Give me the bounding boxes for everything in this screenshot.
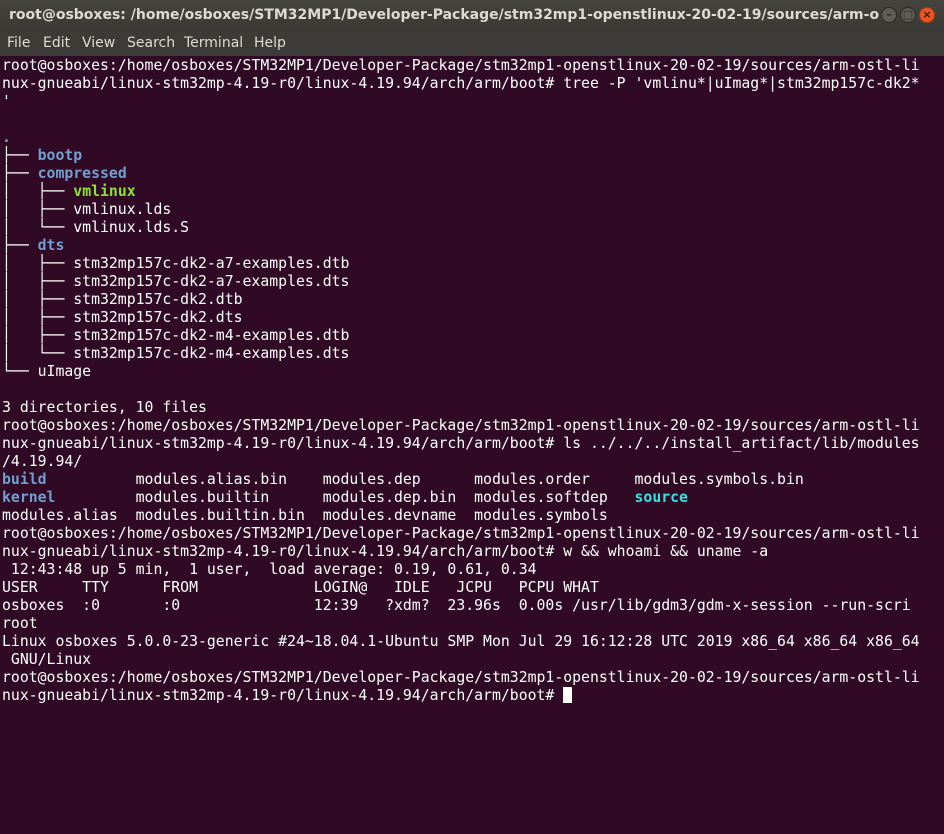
terminal-text: root@osboxes:/home/osboxes/STM32MP1/Deve… (2, 417, 920, 434)
close-icon[interactable]: × (919, 7, 935, 23)
terminal-text: GNU/Linux (2, 651, 92, 668)
terminal-line: osboxes :0 :0 12:39 ?xdm? 23.96s 0.00s /… (2, 597, 911, 614)
menu-terminal[interactable]: Terminal (184, 35, 243, 51)
terminal-line: │ ├── stm32mp157c-dk2-a7-examples.dts (2, 273, 349, 290)
terminal-text: compressed (37, 165, 127, 182)
terminal-text: └── uImage (2, 363, 92, 380)
terminal-text: vmlinux (73, 183, 136, 200)
terminal-text: 12:43:48 up 5 min, 1 user, load average:… (2, 561, 537, 578)
terminal-text: source (634, 489, 688, 506)
terminal-text: build (2, 471, 47, 488)
terminal-line: nux-gnueabi/linux-stm32mp-4.19-r0/linux-… (2, 435, 920, 452)
terminal-text: /4.19.94/ (2, 453, 83, 470)
menu-search[interactable]: Search (127, 35, 175, 51)
terminal-text: │ ├── stm32mp157c-dk2.dts (2, 309, 243, 326)
window-title: root@osboxes: /home/osboxes/STM32MP1/Dev… (9, 7, 879, 23)
terminal-text: root (2, 615, 38, 632)
menu-file[interactable]: File (7, 35, 30, 51)
terminal-text: modules.alias.bin modules.dep modules.or… (46, 471, 804, 488)
terminal-window: root@osboxes: /home/osboxes/STM32MP1/Dev… (0, 0, 944, 834)
terminal-line: 12:43:48 up 5 min, 1 user, load average:… (2, 561, 537, 578)
terminal-text: . (2, 129, 11, 146)
terminal-text: 3 directories, 10 files (2, 399, 207, 416)
terminal-line: └── uImage (2, 363, 91, 380)
maximize-icon[interactable]: □ (900, 7, 916, 23)
terminal-text: dts (37, 237, 65, 254)
title-bar[interactable]: root@osboxes: /home/osboxes/STM32MP1/Dev… (0, 0, 944, 31)
terminal-line: ├── compressed (2, 165, 127, 182)
terminal-line: ├── dts (2, 237, 64, 254)
terminal-text: │ ├── (2, 183, 74, 200)
terminal-text: │ ├── stm32mp157c-dk2.dtb (2, 291, 243, 308)
terminal-area[interactable]: root@osboxes:/home/osboxes/STM32MP1/Deve… (0, 56, 944, 834)
terminal-text: nux-gnueabi/linux-stm32mp-4.19-r0/linux-… (2, 435, 920, 452)
terminal-text: ├── (2, 165, 38, 182)
terminal-line: ' (2, 93, 11, 110)
terminal-text: nux-gnueabi/linux-stm32mp-4.19-r0/linux-… (2, 75, 920, 92)
terminal-line: GNU/Linux (2, 651, 91, 668)
terminal-output: root@osboxes:/home/osboxes/STM32MP1/Deve… (2, 57, 920, 705)
terminal-text: ├── (2, 147, 38, 164)
terminal-text: USER TTY FROM LOGIN@ IDLE JCPU PCPU WHAT (2, 579, 599, 596)
terminal-line: │ ├── stm32mp157c-dk2-a7-examples.dtb (2, 255, 349, 272)
terminal-line: root@osboxes:/home/osboxes/STM32MP1/Deve… (2, 57, 920, 74)
terminal-text: │ ├── stm32mp157c-dk2-a7-examples.dtb (2, 255, 350, 272)
menu-bar: File Edit View Search Terminal Help (0, 31, 944, 57)
terminal-line: /4.19.94/ (2, 453, 82, 470)
terminal-line: │ ├── stm32mp157c-dk2-m4-examples.dtb (2, 327, 349, 344)
terminal-line: modules.alias modules.builtin.bin module… (2, 507, 608, 524)
terminal-line: │ ├── stm32mp157c-dk2.dtb (2, 291, 243, 308)
terminal-line: USER TTY FROM LOGIN@ IDLE JCPU PCPU WHAT (2, 579, 599, 596)
terminal-text: ' (2, 93, 11, 110)
terminal-line: │ ├── vmlinux.lds (2, 201, 171, 218)
terminal-line: nux-gnueabi/linux-stm32mp-4.19-r0/linux-… (2, 543, 768, 560)
terminal-line: build modules.alias.bin modules.dep modu… (2, 471, 804, 488)
terminal-text: kernel (2, 489, 56, 506)
terminal-line: │ ├── vmlinux (2, 183, 136, 200)
terminal-line: │ └── vmlinux.lds.S (2, 219, 189, 236)
minimize-icon[interactable]: – (881, 7, 897, 23)
terminal-line: root@osboxes:/home/osboxes/STM32MP1/Deve… (2, 525, 920, 542)
terminal-line: . (2, 129, 11, 146)
terminal-text: bootp (37, 147, 83, 164)
menu-view[interactable]: View (82, 35, 115, 51)
terminal-line: 3 directories, 10 files (2, 399, 207, 416)
terminal-line: Linux osboxes 5.0.0-23-generic #24~18.04… (2, 633, 920, 650)
terminal-line: │ └── stm32mp157c-dk2-m4-examples.dts (2, 345, 349, 362)
terminal-text: ├── (2, 237, 38, 254)
terminal-text: nux-gnueabi/linux-stm32mp-4.19-r0/linux-… (2, 543, 769, 560)
terminal-text: Linux osboxes 5.0.0-23-generic #24~18.04… (2, 633, 920, 650)
terminal-text: │ └── vmlinux.lds.S (2, 219, 190, 236)
terminal-text: root@osboxes:/home/osboxes/STM32MP1/Deve… (2, 669, 920, 686)
terminal-text: modules.builtin modules.dep.bin modules.… (55, 489, 635, 506)
terminal-text: │ ├── stm32mp157c-dk2-m4-examples.dtb (2, 327, 350, 344)
terminal-line: │ ├── stm32mp157c-dk2.dts (2, 309, 243, 326)
menu-edit[interactable]: Edit (43, 35, 70, 51)
terminal-text: root@osboxes:/home/osboxes/STM32MP1/Deve… (2, 525, 920, 542)
terminal-text: modules.alias modules.builtin.bin module… (2, 507, 608, 524)
terminal-line: kernel modules.builtin modules.dep.bin m… (2, 489, 688, 506)
terminal-line: nux-gnueabi/linux-stm32mp-4.19-r0/linux-… (2, 75, 920, 92)
terminal-text: root@osboxes:/home/osboxes/STM32MP1/Deve… (2, 57, 920, 74)
terminal-line: ├── bootp (2, 147, 82, 164)
terminal-line: root@osboxes:/home/osboxes/STM32MP1/Deve… (2, 669, 920, 686)
terminal-text: │ └── stm32mp157c-dk2-m4-examples.dts (2, 345, 350, 362)
terminal-line: nux-gnueabi/linux-stm32mp-4.19-r0/linux-… (2, 687, 573, 704)
terminal-line: root (2, 615, 38, 632)
terminal-text: osboxes :0 :0 12:39 ?xdm? 23.96s 0.00s /… (2, 597, 911, 614)
text-cursor (563, 687, 573, 703)
terminal-line: root@osboxes:/home/osboxes/STM32MP1/Deve… (2, 417, 920, 434)
menu-help[interactable]: Help (254, 35, 286, 51)
terminal-text: │ ├── stm32mp157c-dk2-a7-examples.dts (2, 273, 350, 290)
terminal-text: nux-gnueabi/linux-stm32mp-4.19-r0/linux-… (2, 687, 564, 704)
terminal-text: │ ├── vmlinux.lds (2, 201, 172, 218)
